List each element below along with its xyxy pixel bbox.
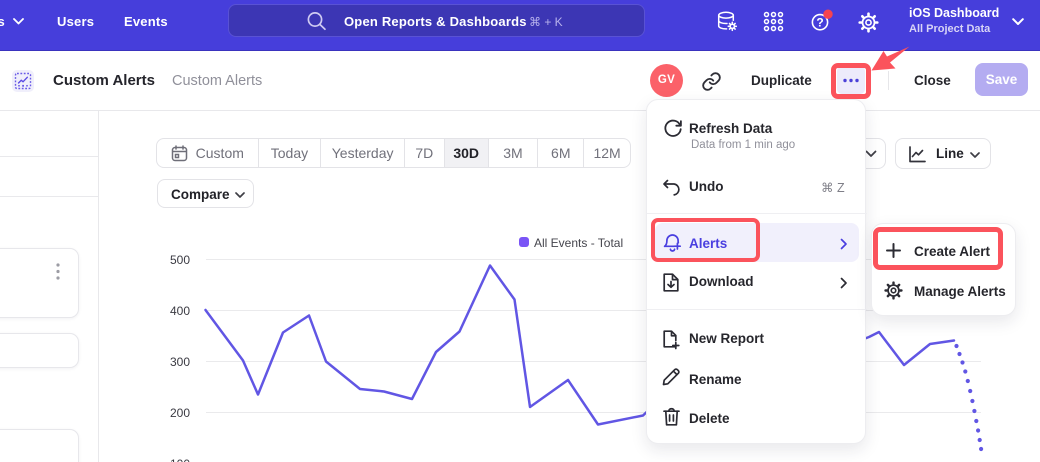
svg-text:?: ? — [816, 16, 823, 30]
